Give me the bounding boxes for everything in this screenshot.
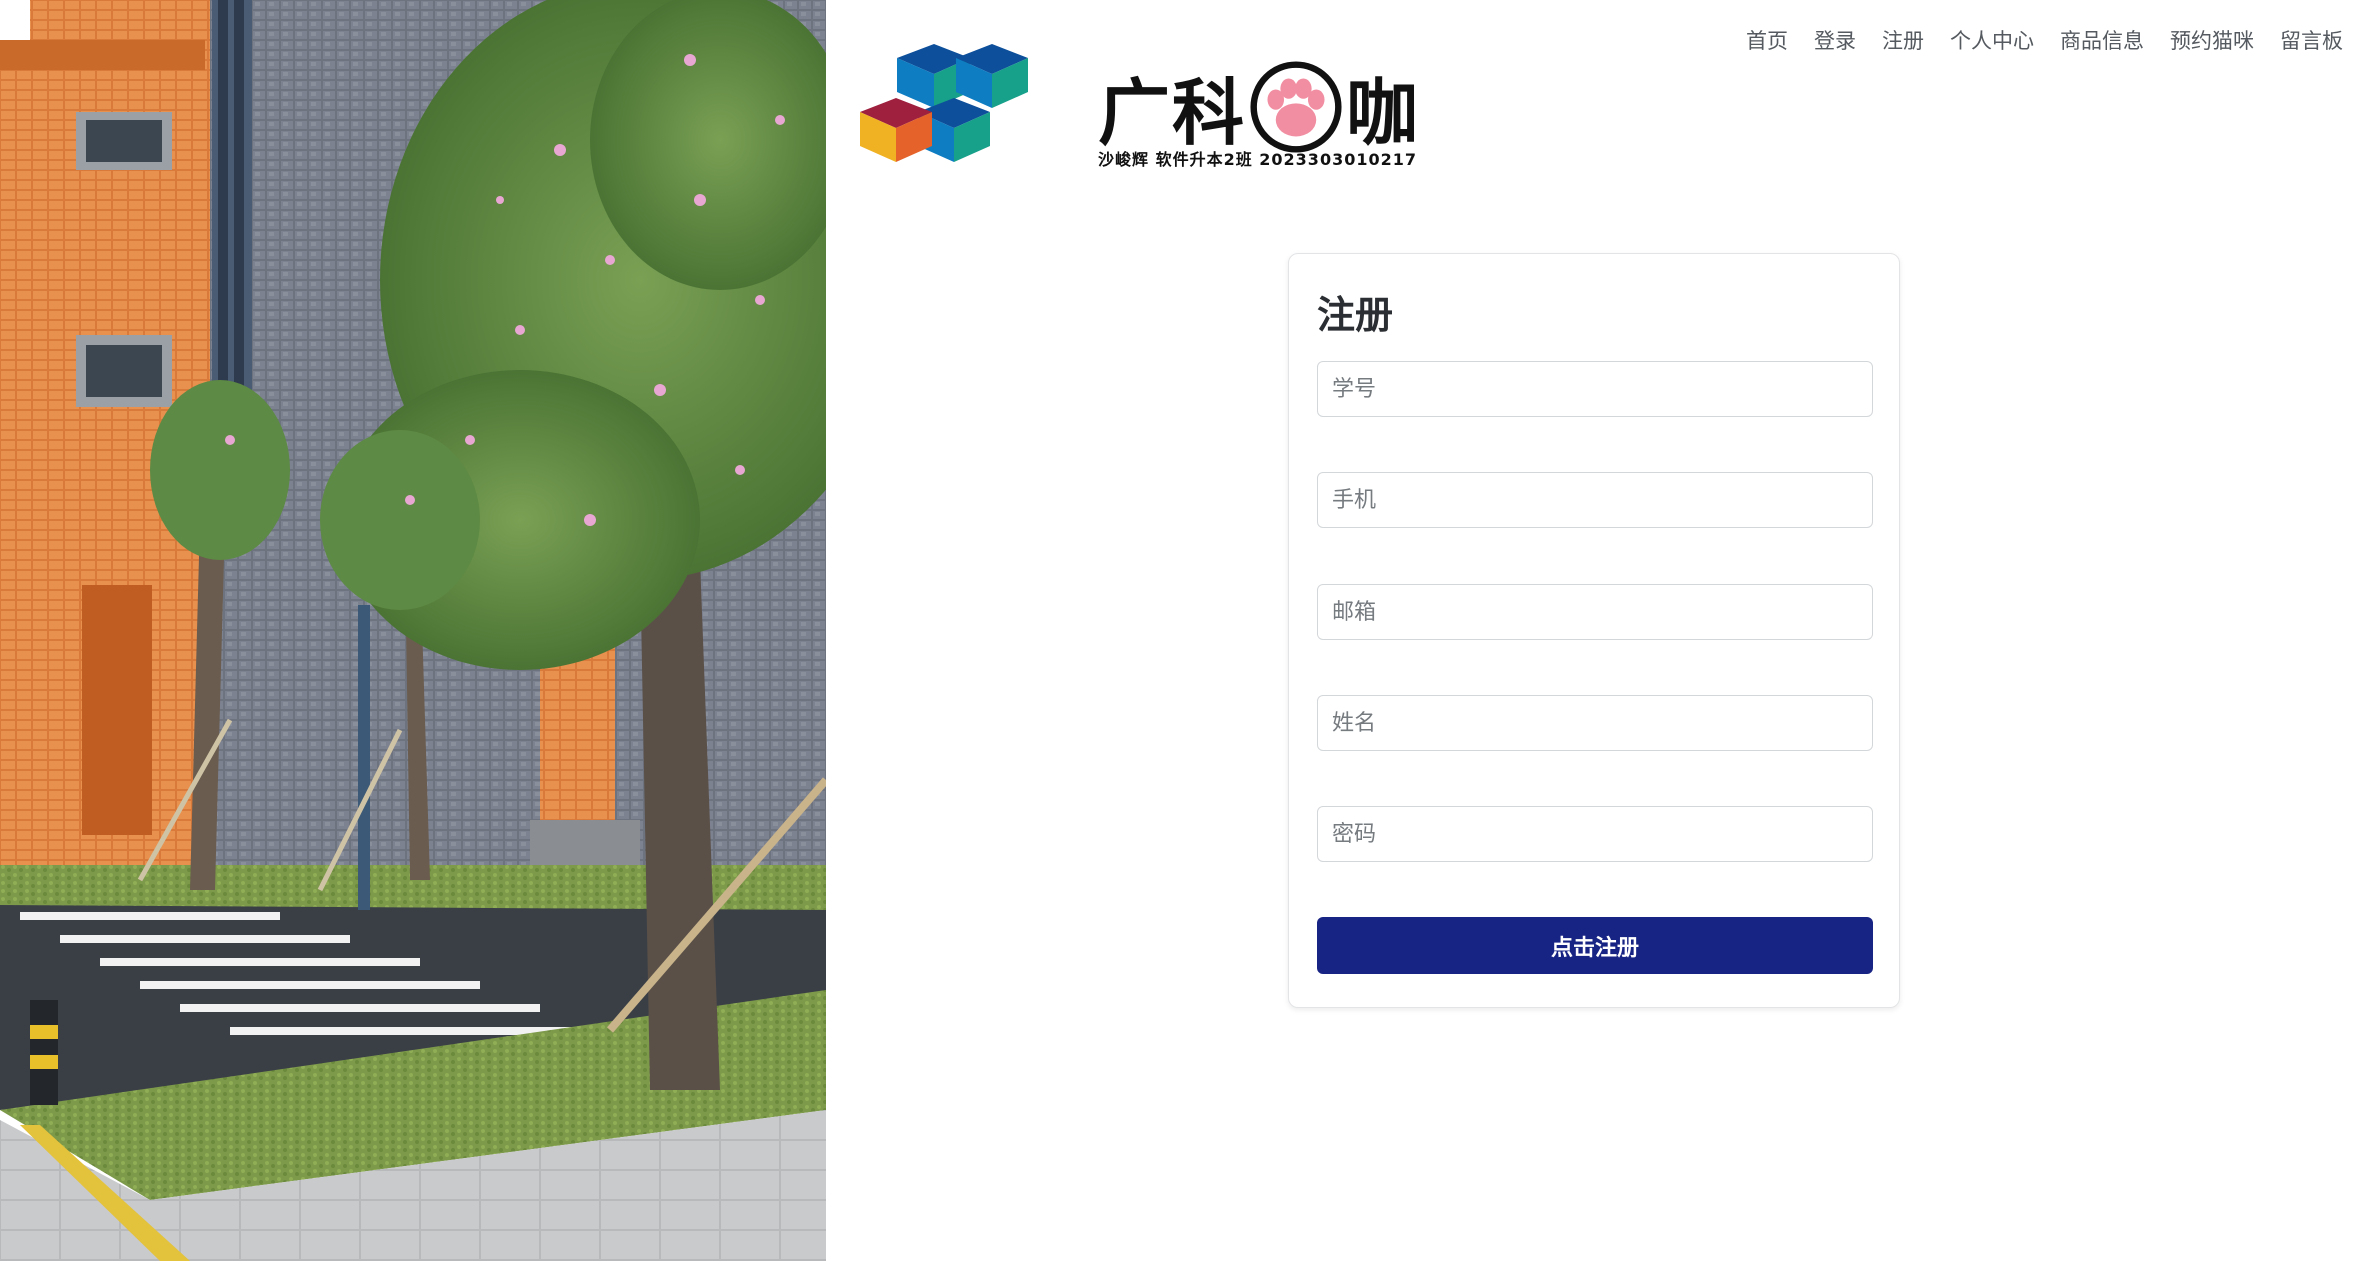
logo-subtitle: 沙峻辉 软件升本2班 2023303010217 [1098, 150, 1418, 169]
student-id-input[interactable] [1317, 361, 1873, 417]
password-input[interactable] [1317, 806, 1873, 862]
nav-item-products[interactable]: 商品信息 [2047, 26, 2157, 56]
brand-title-right: 咖 [1346, 71, 1421, 155]
nav-item-message-board[interactable]: 留言板 [2267, 26, 2343, 56]
name-input[interactable] [1317, 695, 1873, 751]
phone-input[interactable] [1317, 472, 1873, 528]
nav-item-register[interactable]: 注册 [1869, 26, 1937, 56]
top-nav: 首页 登录 注册 个人中心 商品信息 预约猫咪 留言板 [1733, 26, 2343, 56]
register-card: 注册 点击注册 [1288, 253, 1900, 1008]
nav-item-home[interactable]: 首页 [1733, 26, 1801, 56]
nav-item-login[interactable]: 登录 [1801, 26, 1869, 56]
brand-title-left: 广科 [1098, 71, 1247, 155]
cube-logo-icon [860, 44, 1028, 162]
site-logo[interactable]: 广科 咖 沙峻辉 软件升本2班 2023303010217 [858, 36, 1458, 186]
nav-item-profile[interactable]: 个人中心 [1937, 26, 2047, 56]
brand-title: 广科 咖 [1098, 54, 1420, 159]
register-submit-button[interactable]: 点击注册 [1317, 917, 1873, 974]
paw-icon [1250, 60, 1342, 153]
register-title: 注册 [1317, 293, 1394, 337]
nav-item-reserve-cat[interactable]: 预约猫咪 [2157, 26, 2267, 56]
campus-photo [0, 0, 826, 1261]
email-input[interactable] [1317, 584, 1873, 640]
